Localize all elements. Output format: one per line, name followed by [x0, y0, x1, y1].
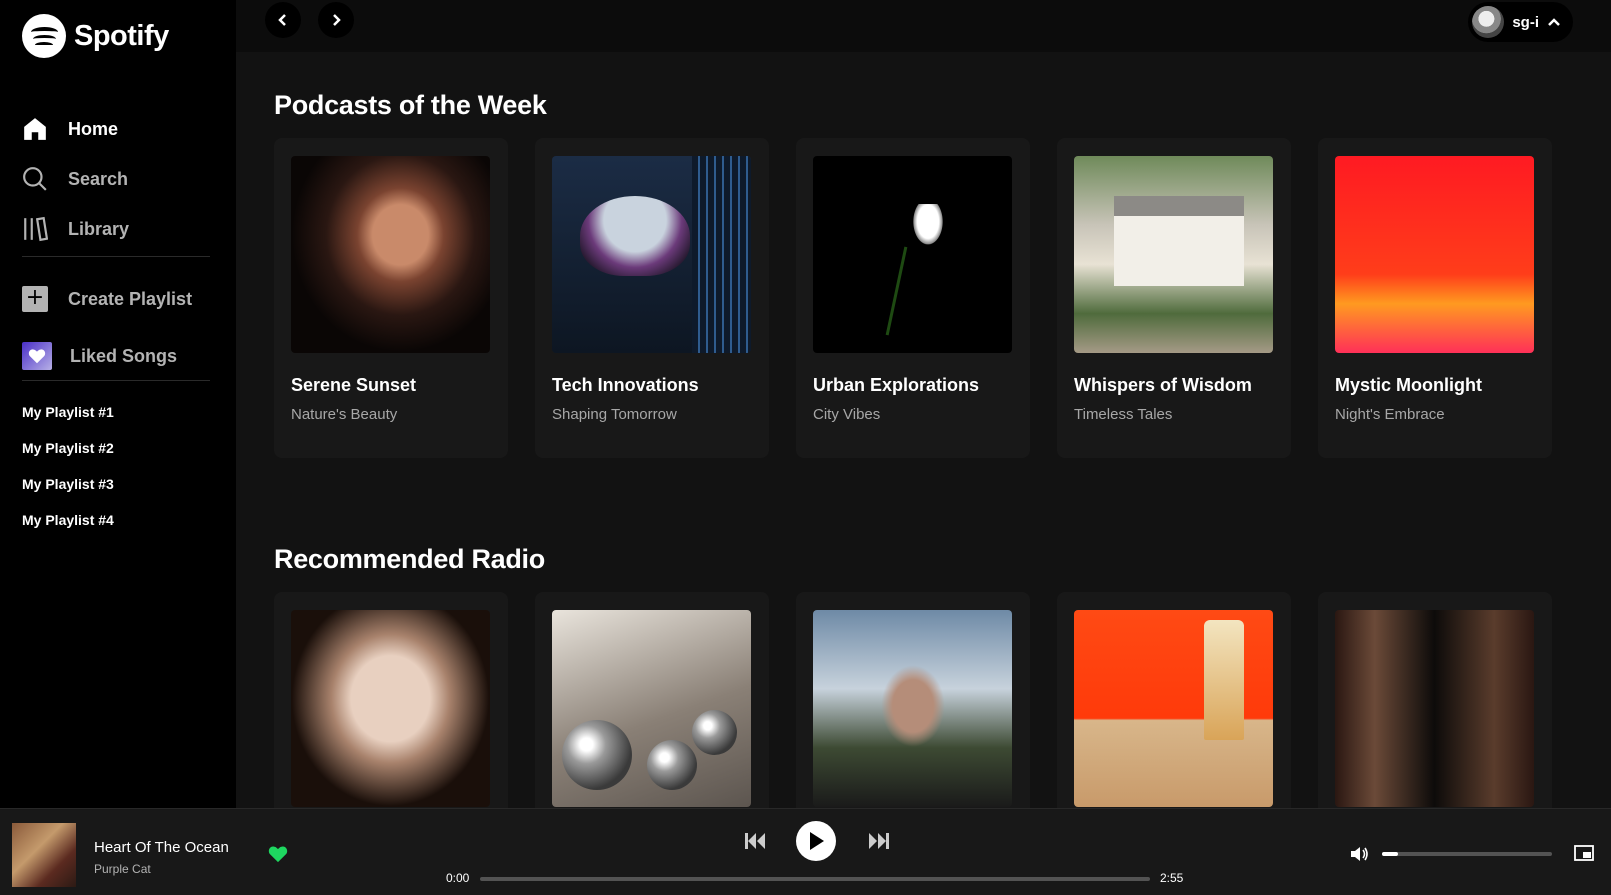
- like-button[interactable]: [268, 845, 288, 868]
- main-nav: Home Search Library: [22, 104, 210, 254]
- top-bar: sg-i: [236, 0, 1611, 52]
- liked-songs-label: Liked Songs: [70, 345, 178, 366]
- volume-button[interactable]: [1350, 845, 1370, 868]
- card-subtitle: Night's Embrace: [1335, 406, 1445, 423]
- section-title: Podcasts of the Week: [274, 90, 547, 120]
- card-image: [291, 610, 490, 807]
- playlist-item[interactable]: My Playlist #1: [22, 403, 114, 439]
- radio-card[interactable]: [796, 592, 1030, 808]
- sidebar-divider: [22, 256, 210, 257]
- card-image: [1335, 156, 1534, 353]
- card-title: Urban Explorations: [813, 375, 980, 395]
- card-image: [813, 610, 1012, 807]
- playlist-item[interactable]: My Playlist #3: [22, 475, 114, 511]
- podcast-card[interactable]: Serene Sunset Nature's Beauty: [274, 138, 508, 458]
- nav-item-library[interactable]: Library: [22, 204, 210, 254]
- card-image: [1074, 610, 1273, 807]
- card-title: Whispers of Wisdom: [1074, 375, 1252, 395]
- podcast-card[interactable]: Tech Innovations Shaping Tomorrow: [535, 138, 769, 458]
- card-subtitle: Nature's Beauty: [291, 406, 398, 423]
- nav-item-search[interactable]: Search: [22, 154, 210, 204]
- track-title[interactable]: Heart Of The Ocean: [94, 839, 229, 856]
- card-title: Serene Sunset: [291, 375, 417, 395]
- progress-bar[interactable]: [480, 877, 1150, 881]
- card-image: [1335, 610, 1534, 807]
- podcast-card[interactable]: Urban Explorations City Vibes: [796, 138, 1030, 458]
- skip-back-icon: [745, 833, 765, 849]
- playlist-item[interactable]: My Playlist #2: [22, 439, 114, 475]
- library-icon: [22, 215, 48, 243]
- playlist-item[interactable]: My Playlist #4: [22, 511, 114, 547]
- back-button[interactable]: [265, 2, 301, 38]
- card-title: Mystic Moonlight: [1335, 375, 1482, 395]
- radio-card[interactable]: [1057, 592, 1291, 808]
- card-title: Tech Innovations: [552, 375, 699, 395]
- create-playlist-button[interactable]: + Create Playlist: [22, 286, 192, 312]
- plus-icon: +: [22, 286, 48, 312]
- radio-row: [274, 592, 1552, 808]
- nav-label: Library: [68, 218, 130, 239]
- create-playlist-label: Create Playlist: [68, 288, 193, 309]
- volume-slider[interactable]: [1382, 852, 1552, 856]
- logo-text: Spotify: [74, 19, 169, 52]
- username: sg-i: [1512, 13, 1539, 31]
- radio-card[interactable]: [535, 592, 769, 808]
- chevron-right-icon: [333, 14, 341, 26]
- next-button[interactable]: [866, 829, 892, 853]
- card-image: [813, 156, 1012, 353]
- play-button[interactable]: [796, 821, 836, 861]
- chevron-up-icon: [1548, 18, 1560, 26]
- chevron-left-icon: [278, 14, 286, 26]
- player-bar: Heart Of The Ocean Purple Cat 0:00 2:55: [0, 808, 1611, 895]
- heart-icon: [268, 846, 288, 863]
- nav-item-home[interactable]: Home: [22, 104, 210, 154]
- volume-icon: [1351, 847, 1368, 861]
- podcast-card[interactable]: Mystic Moonlight Night's Embrace: [1318, 138, 1552, 458]
- podcast-card[interactable]: Whispers of Wisdom Timeless Tales: [1057, 138, 1291, 458]
- search-icon: [22, 165, 48, 193]
- card-image: [552, 610, 751, 807]
- skip-forward-icon: [869, 833, 889, 849]
- card-image: [291, 156, 490, 353]
- miniplayer-icon: [1574, 845, 1594, 861]
- card-subtitle: Timeless Tales: [1074, 406, 1173, 423]
- heart-icon: [22, 342, 52, 370]
- user-menu-button[interactable]: sg-i: [1468, 2, 1573, 42]
- spotify-logo-icon: [22, 14, 66, 58]
- nav-label: Search: [68, 168, 129, 189]
- now-playing-cover[interactable]: [12, 823, 76, 887]
- avatar: [1472, 6, 1505, 38]
- nav-label: Home: [68, 118, 119, 139]
- podcasts-row: Serene Sunset Nature's Beauty Tech Innov…: [274, 138, 1552, 458]
- playlist-list: My Playlist #1 My Playlist #2 My Playlis…: [22, 403, 114, 547]
- card-image: [1074, 156, 1273, 353]
- spotify-logo[interactable]: Spotify: [22, 14, 169, 58]
- main-content: sg-i Podcasts of the Week Serene Sunset …: [236, 0, 1611, 808]
- card-image: [552, 156, 751, 353]
- forward-button[interactable]: [318, 2, 354, 38]
- volume-fill: [1382, 852, 1398, 856]
- sidebar-divider: [22, 380, 210, 381]
- play-icon: [810, 832, 824, 850]
- previous-button[interactable]: [742, 829, 768, 853]
- liked-songs-button[interactable]: Liked Songs: [22, 342, 177, 370]
- radio-card[interactable]: [274, 592, 508, 808]
- duration: 2:55: [1160, 871, 1184, 885]
- current-time: 0:00: [446, 871, 470, 885]
- radio-card[interactable]: [1318, 592, 1552, 808]
- miniplayer-button[interactable]: [1574, 845, 1594, 866]
- section-title: Recommended Radio: [274, 544, 545, 574]
- card-subtitle: City Vibes: [813, 406, 881, 423]
- home-icon: [22, 115, 48, 143]
- sidebar: Spotify Home Search Library + Create Pla…: [0, 0, 236, 808]
- track-artist[interactable]: Purple Cat: [94, 862, 151, 876]
- card-subtitle: Shaping Tomorrow: [552, 406, 677, 423]
